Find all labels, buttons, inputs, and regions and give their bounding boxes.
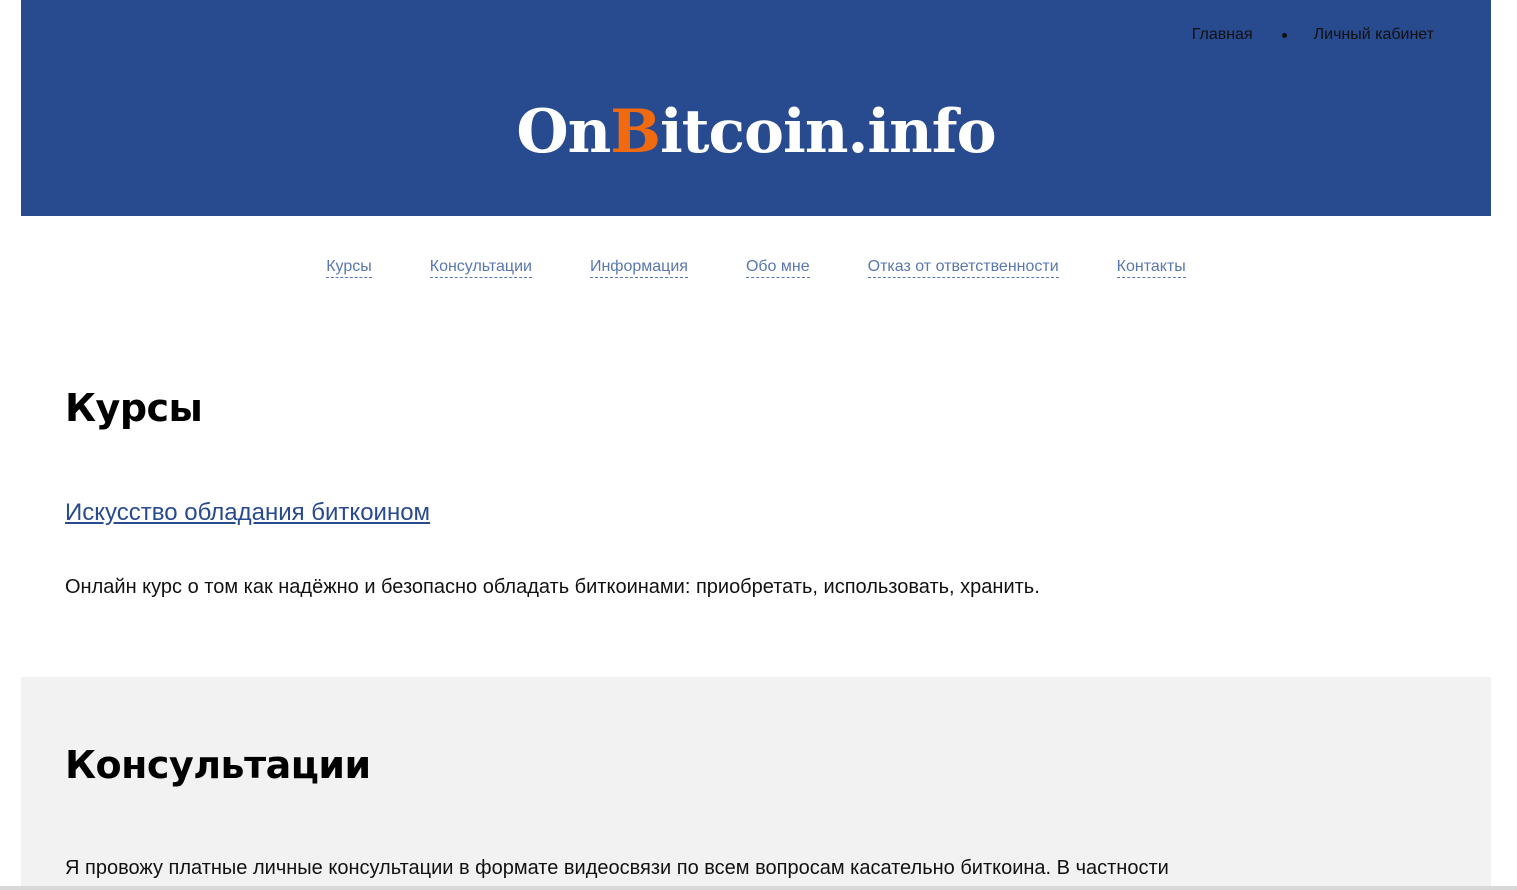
nav-item-disclaimer[interactable]: Отказ от ответственности <box>867 257 1059 278</box>
main-nav: Курсы Консультации Информация Обо мне От… <box>21 257 1491 278</box>
site-header: Главная Личный кабинет OnBitcoin.info <box>21 0 1491 216</box>
consultations-section: Консультации Я провожу платные личные ко… <box>21 677 1491 890</box>
nav-item-courses[interactable]: Курсы <box>326 257 372 278</box>
top-nav-home-link[interactable]: Главная <box>1192 26 1253 44</box>
course-link[interactable]: Искусство обладания биткоином <box>65 499 430 527</box>
top-nav-separator <box>1281 32 1287 38</box>
nav-item-consultations[interactable]: Консультации <box>429 257 532 278</box>
course-description: Онлайн курс о том как надёжно и безопасн… <box>65 576 1040 598</box>
site-logo[interactable]: OnBitcoin.info <box>21 92 1491 172</box>
nav-item-about[interactable]: Обо мне <box>745 257 810 278</box>
page: Главная Личный кабинет OnBitcoin.info Ку… <box>21 0 1491 890</box>
courses-heading: Курсы <box>65 386 203 430</box>
top-nav-account-link[interactable]: Личный кабинет <box>1314 26 1434 44</box>
consultations-text: Я провожу платные личные консультации в … <box>65 857 1169 879</box>
viewport-bottom-edge <box>0 886 1517 890</box>
nav-item-information[interactable]: Информация <box>589 257 688 278</box>
consultations-heading: Консультации <box>65 743 371 787</box>
top-nav: Главная Личный кабинет <box>1192 26 1434 44</box>
bitcoin-b-icon: B <box>610 97 661 167</box>
nav-item-contacts[interactable]: Контакты <box>1116 257 1186 278</box>
logo-text-on: On <box>516 97 611 167</box>
logo-text-domain: itcoin.info <box>659 97 997 167</box>
